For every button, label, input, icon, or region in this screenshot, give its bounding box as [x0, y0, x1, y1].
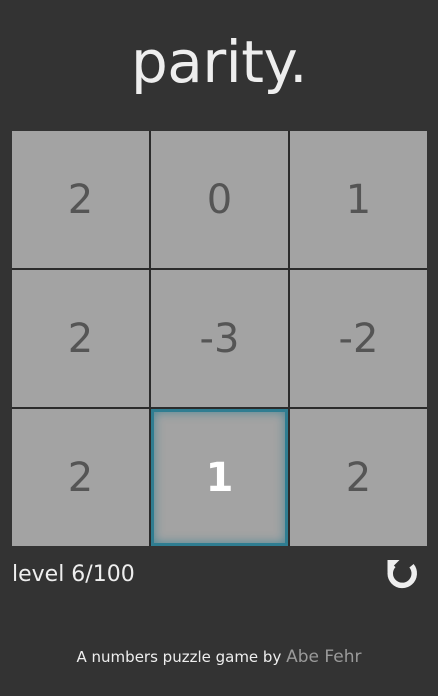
footer-credit: A numbers puzzle game by Abe Fehr [0, 644, 438, 670]
footer-tagline: A numbers puzzle game by [76, 648, 282, 666]
board-cell[interactable]: 2 [12, 409, 149, 546]
level-indicator: level 6/100 [12, 562, 135, 587]
restart-button[interactable] [384, 556, 420, 592]
board-cell-selected[interactable]: 1 [151, 409, 288, 546]
board-cell[interactable]: 2 [290, 409, 427, 546]
board-cell[interactable]: 2 [12, 131, 149, 268]
board-cell[interactable]: 0 [151, 131, 288, 268]
board-cell[interactable]: 1 [290, 131, 427, 268]
game-board: 2 0 1 2 -3 -2 2 1 2 [12, 131, 427, 546]
game-title: parity. [130, 28, 308, 96]
board-cell[interactable]: -3 [151, 270, 288, 407]
board-cell[interactable]: 2 [12, 270, 149, 407]
author-link[interactable]: Abe Fehr [286, 647, 361, 667]
restart-icon [387, 560, 417, 589]
board-cell[interactable]: -2 [290, 270, 427, 407]
